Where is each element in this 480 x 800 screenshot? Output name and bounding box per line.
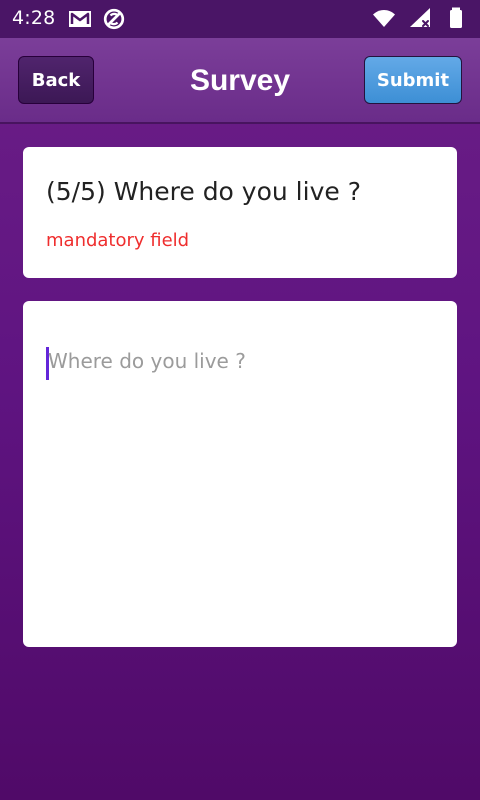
status-time: 4:28	[12, 7, 56, 29]
question-title: (5/5) Where do you live ?	[46, 177, 361, 206]
battery-icon	[444, 6, 468, 30]
answer-card	[23, 301, 457, 647]
app-toolbar: Back Survey Submit	[0, 38, 480, 124]
answer-input[interactable]	[45, 345, 435, 625]
submit-button[interactable]: Submit	[364, 56, 462, 104]
page-title: Survey	[189, 64, 291, 97]
back-button[interactable]: Back	[18, 56, 94, 104]
status-bar: 4:28	[0, 0, 480, 38]
mandatory-field-label: mandatory field	[46, 230, 190, 251]
wifi-icon	[372, 6, 396, 30]
status-left-icons	[68, 7, 126, 31]
question-card: (5/5) Where do you live ? mandatory fiel…	[23, 147, 457, 278]
survey-screen: 4:28 Back Survey Submit (5/5) Where do y…	[0, 0, 480, 800]
gmail-icon	[68, 7, 92, 31]
cellular-signal-icon	[408, 6, 432, 30]
no-sync-icon	[102, 7, 126, 31]
status-right-icons	[372, 6, 468, 30]
